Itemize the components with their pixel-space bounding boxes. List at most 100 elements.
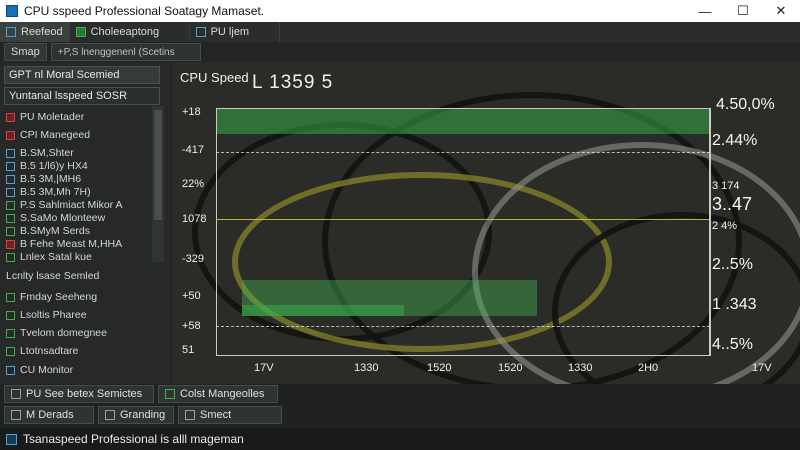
sidebar-item-label: Ltotnsadtare	[20, 345, 79, 357]
sidebar-item-label: B.5 1/l6)y HX4	[20, 160, 88, 172]
toolbar: Smap +P,S lnenggenenl (Scetins	[0, 42, 240, 62]
tab-pu-ljem[interactable]: PU ljem	[190, 22, 280, 42]
gear-icon	[11, 410, 21, 420]
blue-square-icon	[6, 365, 15, 375]
green-square-icon	[6, 252, 15, 262]
sidebar-item[interactable]: B.5 1/l6)y HX4	[6, 159, 154, 173]
readout-label: 4.50,0%	[716, 96, 775, 113]
x-tick-label: 17V	[752, 362, 772, 374]
sidebar-item[interactable]: Lsoltis Pharee	[6, 308, 154, 322]
button-label: M Derads	[26, 409, 74, 421]
sidebar-item-label: CU Monitor	[20, 364, 74, 376]
y-tick-label: +18	[182, 106, 201, 118]
sidebar-item[interactable]: Fmday Seeheng	[6, 290, 154, 304]
y-tick-label: 51	[182, 344, 195, 356]
x-tick-label: 1330	[568, 362, 593, 374]
y-tick-label: +58	[182, 320, 201, 332]
sidebar-item-label: B.5 3M,|MH6	[20, 173, 82, 185]
maximize-button[interactable]: ☐	[724, 0, 762, 22]
grid-line	[216, 326, 710, 327]
readout-label: 2.44%	[712, 132, 758, 149]
x-tick-label: 1520	[427, 362, 452, 374]
sidebar-subheader[interactable]: Yuntanal lsspeed SOSR	[4, 87, 160, 105]
sidebar-item[interactable]: B.5 3M,|MH6	[6, 172, 154, 186]
sidebar-item[interactable]: S.SaMo Mlonteew	[6, 211, 154, 225]
sidebar-item[interactable]: B Fehe Meast M,HHA	[6, 237, 154, 251]
sidebar-item-label: B.5 3M,Mh 7H)	[20, 186, 91, 198]
sidebar-item-label: B Fehe Meast M,HHA	[20, 238, 123, 250]
red-square-icon	[6, 239, 15, 249]
cpu-speed-chart: CPU Speed L 1359 5 +18 -417 22% 1078 -32…	[172, 62, 800, 384]
folder-icon	[185, 410, 195, 420]
blue-square-icon	[6, 187, 15, 197]
sidebar-item-label: Lsoltis Pharee	[20, 309, 87, 321]
sidebar-item-label: Lcnlty lsase Semled	[6, 270, 100, 282]
sidebar-item[interactable]: Lcnlty lsase Semled	[6, 269, 154, 283]
status-text: Tsanaspeed Professional is alll mageman	[23, 432, 244, 446]
derads-button[interactable]: M Derads	[4, 406, 94, 424]
blue-square-icon	[6, 148, 15, 158]
tab-bar: Reefeod Choleeaptong PU ljem	[0, 22, 800, 42]
panel-icon	[165, 389, 175, 399]
sidebar-item[interactable]: Ltotnsadtare	[6, 344, 154, 358]
minimize-button[interactable]: —	[686, 0, 724, 22]
tab-reefeod[interactable]: Reefeod	[0, 22, 70, 42]
readout-label: 3 174	[712, 180, 740, 192]
current-speed-value: L 1359 5	[252, 72, 334, 93]
green-square-icon	[6, 213, 15, 223]
sidebar-item-label: B.SMyM Serds	[20, 225, 91, 237]
close-button[interactable]: ✕	[762, 0, 800, 22]
button-label: PU See betex Semictes	[26, 388, 143, 400]
red-square-icon	[6, 112, 15, 122]
smap-button[interactable]: Smap	[4, 43, 47, 61]
tab-label: Choleeaptong	[90, 26, 160, 38]
blue-square-icon	[6, 161, 15, 171]
colst-button[interactable]: Colst Mangeolles	[158, 385, 278, 403]
readout-label: 2 4%	[712, 220, 738, 232]
mode-select[interactable]: +P,S lnenggenenl (Scetins	[50, 43, 201, 61]
sidebar-item[interactable]: CPI Manegeed	[6, 128, 154, 142]
tab-choleeaptong[interactable]: Choleeaptong	[70, 22, 190, 42]
sidebar-item[interactable]: P.S Sahlmiact Mikor A	[6, 198, 154, 212]
x-tick-label: 17V	[254, 362, 274, 374]
pu-see-button[interactable]: PU See betex Semictes	[4, 385, 154, 403]
sidebar-item-label: PU Moletader	[20, 111, 85, 123]
sidebar-item-label: Tvelom domegnee	[20, 327, 107, 339]
x-tick-label: 1330	[354, 362, 379, 374]
button-label: Colst Mangeolles	[180, 388, 265, 400]
y-tick-label: -329	[182, 253, 205, 265]
smap-button-label: Smap	[11, 46, 40, 58]
y-tick-label: -417	[182, 144, 205, 156]
sidebar-header[interactable]: GPT nl Moral Scemied	[4, 66, 160, 84]
green-square-icon	[6, 226, 15, 236]
sidebar-item-label: S.SaMo Mlonteew	[20, 212, 106, 224]
sidebar-item-label: CPI Manegeed	[20, 129, 91, 141]
green-square-icon	[6, 200, 15, 210]
tab-icon	[195, 27, 206, 37]
x-tick-label: 2H0	[638, 362, 659, 374]
sidebar-item-label: Fmday Seeheng	[20, 291, 98, 303]
scrollbar-thumb[interactable]	[154, 110, 162, 220]
sidebar-item[interactable]: Tvelom domegnee	[6, 326, 154, 340]
readout-label: 4..5%	[712, 336, 753, 353]
sidebar: GPT nl Moral Scemied Yuntanal lsspeed SO…	[0, 62, 170, 384]
granding-button[interactable]: Granding	[98, 406, 174, 424]
sidebar-item[interactable]: PU Moletader	[6, 110, 154, 124]
bottom-actions-row: PU See betex Semictes Colst Mangeolles	[0, 384, 800, 404]
sidebar-item[interactable]: CU Monitor	[6, 363, 154, 377]
app-icon	[6, 5, 18, 17]
sidebar-item[interactable]: B.5 3M,Mh 7H)	[6, 185, 154, 199]
smect-button[interactable]: Smect	[178, 406, 282, 424]
app-status-icon	[6, 433, 17, 445]
sidebar-item-label: P.S Sahlmiact Mikor A	[20, 199, 123, 211]
readout-label: 1 .343	[712, 296, 757, 313]
tab-label: Reefeod	[21, 26, 63, 38]
y-tick-label: +50	[182, 290, 201, 302]
window-title: CPU sspeed Professional Soatagy Mamaset.	[24, 4, 265, 18]
sidebar-item[interactable]: B.SMyM Serds	[6, 224, 154, 238]
sidebar-item[interactable]: Lnlex Satal kue	[6, 250, 154, 264]
sidebar-item[interactable]: B.SM,Shter	[6, 146, 154, 160]
sidebar-scrollbar[interactable]	[152, 106, 164, 262]
sidebar-item-label: Lnlex Satal kue	[20, 251, 92, 263]
y-tick-label: 22%	[182, 178, 205, 190]
